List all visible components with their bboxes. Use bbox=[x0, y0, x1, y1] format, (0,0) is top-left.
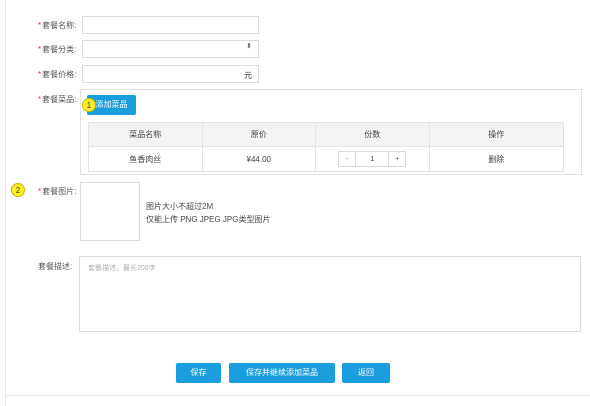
increment-button[interactable]: + bbox=[388, 151, 407, 167]
name-label: *套餐名称: bbox=[38, 20, 76, 31]
select-arrow-icon: ⬍ bbox=[246, 43, 252, 50]
required-mark: * bbox=[38, 187, 42, 196]
back-button[interactable]: 返回 bbox=[342, 363, 390, 383]
name-input[interactable] bbox=[82, 16, 259, 34]
description-label: 套餐描述: bbox=[38, 262, 73, 271]
required-mark: * bbox=[38, 70, 42, 79]
table-header: 菜品名称 原价 份数 操作 bbox=[89, 123, 563, 147]
column-header-dish-name: 菜品名称 bbox=[89, 123, 203, 146]
column-header-quantity: 份数 bbox=[316, 123, 430, 146]
column-header-price: 原价 bbox=[203, 123, 317, 146]
column-header-action: 操作 bbox=[488, 130, 505, 139]
quantity-value[interactable]: 1 bbox=[356, 151, 389, 167]
image-type-hint: 仅能上传 PNG JPEG JPG类型图片 bbox=[146, 215, 271, 224]
dish-price-cell: ¥44.00 bbox=[203, 147, 317, 171]
category-label-text: 套餐分类: bbox=[42, 45, 77, 54]
quantity-stepper[interactable]: - 1 + bbox=[338, 151, 407, 167]
price-input[interactable]: 元 bbox=[82, 65, 259, 83]
footer-divider bbox=[6, 395, 590, 396]
category-select[interactable]: ⬍ bbox=[82, 40, 259, 58]
annotation-badge-2: 2 bbox=[11, 183, 25, 197]
decrement-button[interactable]: - bbox=[338, 151, 357, 167]
save-and-continue-button[interactable]: 保存并继续添加菜品 bbox=[229, 363, 335, 383]
category-label: *套餐分类: bbox=[38, 44, 76, 55]
save-button[interactable]: 保存 bbox=[176, 363, 221, 383]
required-mark: * bbox=[38, 45, 42, 54]
dish-name-cell: 鱼香肉丝 bbox=[89, 147, 203, 171]
image-upload-box[interactable] bbox=[80, 182, 140, 241]
quantity-cell: - 1 + bbox=[316, 147, 430, 171]
dishes-label-text: 套餐菜品: bbox=[42, 95, 77, 104]
price-unit: 元 bbox=[244, 71, 252, 80]
image-label: *套餐图片: bbox=[38, 186, 76, 197]
annotation-badge-1: 1 bbox=[82, 98, 96, 112]
required-mark: * bbox=[38, 21, 42, 30]
page-left-border bbox=[5, 0, 6, 406]
dishes-label: *套餐菜品: bbox=[38, 94, 76, 105]
price-label: *套餐价格: bbox=[38, 69, 76, 80]
table-row: 鱼香肉丝 ¥44.00 - 1 + 删除 bbox=[89, 147, 563, 171]
image-label-text: 套餐图片: bbox=[42, 187, 77, 196]
dishes-table: 菜品名称 原价 份数 操作 鱼香肉丝 ¥44.00 - 1 + 删除 bbox=[88, 122, 564, 172]
description-textarea[interactable]: 套餐描述，最长200字 bbox=[79, 256, 581, 332]
required-mark: * bbox=[38, 95, 42, 104]
price-label-text: 套餐价格: bbox=[42, 70, 77, 79]
delete-link[interactable]: 删除 bbox=[430, 147, 563, 171]
image-size-hint: 图片大小不超过2M bbox=[146, 202, 214, 211]
name-label-text: 套餐名称: bbox=[42, 21, 77, 30]
